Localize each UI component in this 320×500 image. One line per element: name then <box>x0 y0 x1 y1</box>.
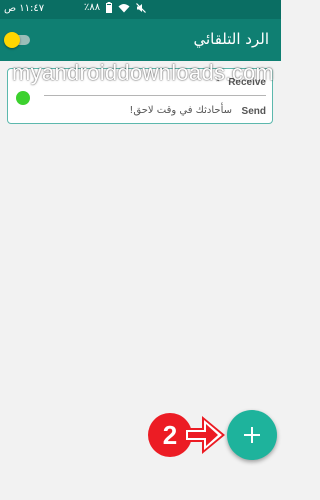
page-title: الرد التلقائي <box>193 30 269 48</box>
add-reply-button[interactable] <box>227 410 277 460</box>
status-bar: ١١:٤٧ ص ٪٨٨ <box>0 0 281 19</box>
step-annotation: 2 <box>148 413 226 457</box>
status-icons: ٪٨٨ <box>84 2 147 13</box>
send-label: Send <box>241 106 266 117</box>
watermark: myandroiddownloads.com <box>12 60 275 85</box>
wifi-icon <box>118 3 130 13</box>
battery-icon <box>106 2 113 13</box>
auto-reply-toggle[interactable] <box>4 32 30 48</box>
app-bar: الرد التلقائي <box>0 19 281 61</box>
active-status-dot <box>16 91 30 105</box>
send-value: سأحادثك في وقت لاحق! <box>129 105 232 116</box>
pointer-arrow-icon <box>184 416 225 454</box>
plus-icon <box>244 427 260 443</box>
mute-icon <box>136 2 147 13</box>
toggle-thumb <box>4 32 20 48</box>
battery-percent: ٪٨٨ <box>84 2 101 13</box>
card-divider <box>44 95 266 96</box>
status-time: ١١:٤٧ ص <box>4 3 45 14</box>
